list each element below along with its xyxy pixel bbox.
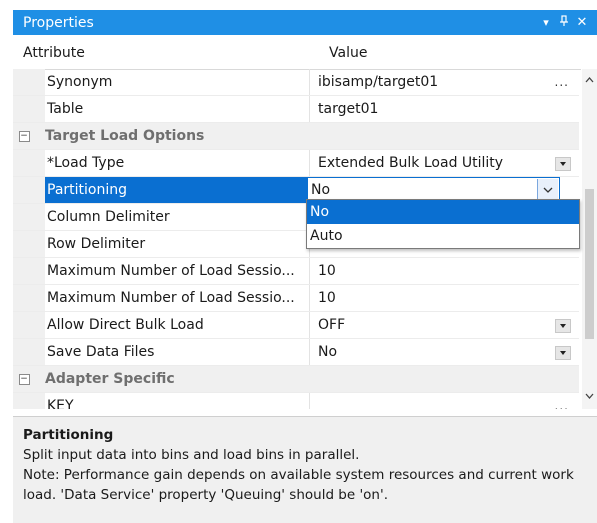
chevron-down-icon[interactable] — [585, 391, 594, 402]
category-label: Target Load Options — [45, 128, 205, 144]
property-value[interactable]: OFF — [310, 312, 579, 338]
property-value[interactable]: 10 — [310, 258, 579, 284]
property-row-synonym[interactable]: Synonym ibisamp/target01 ... — [13, 69, 579, 96]
panel-title: Properties — [23, 14, 94, 31]
collapse-icon[interactable]: − — [18, 130, 30, 142]
pin-icon[interactable] — [555, 15, 573, 30]
chevron-down-icon[interactable] — [537, 179, 558, 201]
value-column-header: Value — [329, 45, 368, 61]
dropdown-arrow-icon[interactable] — [555, 319, 571, 333]
category-adapter-specific[interactable]: − Adapter Specific — [13, 366, 579, 393]
property-value[interactable]: ... — [310, 393, 579, 409]
property-row-max-load-sessions-2[interactable]: Maximum Number of Load Sessio... 10 — [13, 285, 579, 312]
property-name: Table — [45, 96, 310, 122]
property-value[interactable]: 10 — [310, 285, 579, 311]
title-bar: Properties ▾ ✕ — [13, 10, 597, 35]
close-icon[interactable]: ✕ — [573, 15, 591, 30]
attribute-column-header: Attribute — [23, 45, 85, 61]
property-row-save-data-files[interactable]: Save Data Files No — [13, 339, 579, 366]
collapse-icon[interactable]: − — [18, 373, 30, 385]
property-name: Synonym — [45, 69, 310, 95]
property-row-allow-direct-bulk-load[interactable]: Allow Direct Bulk Load OFF — [13, 312, 579, 339]
property-value[interactable]: Extended Bulk Load Utility — [310, 150, 579, 176]
property-name: Partitioning — [45, 177, 310, 203]
property-name: KEY — [45, 393, 310, 409]
property-name: Row Delimiter — [45, 231, 310, 257]
description-pane: Partitioning Split input data into bins … — [13, 416, 597, 523]
properties-panel: Properties ▾ ✕ Attribute Value Synonym i… — [13, 0, 597, 523]
chevron-up-icon[interactable] — [585, 75, 594, 86]
grid-header: Attribute Value — [13, 37, 581, 70]
property-row-table[interactable]: Table target01 — [13, 96, 579, 123]
property-name: Save Data Files — [45, 339, 310, 365]
dropdown-option-no[interactable]: No — [307, 200, 579, 224]
dropdown-arrow-icon[interactable] — [555, 346, 571, 360]
property-name: *Load Type — [45, 150, 310, 176]
dropdown-arrow-icon[interactable] — [555, 157, 571, 171]
property-name: Column Delimiter — [45, 204, 310, 230]
category-label: Adapter Specific — [45, 371, 175, 387]
property-name: Allow Direct Bulk Load — [45, 312, 310, 338]
property-value[interactable]: No — [310, 339, 579, 365]
window-menu-dropdown-icon[interactable]: ▾ — [537, 16, 555, 29]
description-note: Note: Performance gain depends on availa… — [23, 467, 574, 503]
property-row-key[interactable]: KEY ... — [13, 393, 579, 409]
description-text: Split input data into bins and load bins… — [23, 447, 360, 463]
category-target-load-options[interactable]: − Target Load Options — [13, 123, 579, 150]
property-name: Maximum Number of Load Sessio... — [45, 258, 310, 284]
property-value[interactable]: ibisamp/target01 ... — [310, 69, 579, 95]
property-name: Maximum Number of Load Sessio... — [45, 285, 310, 311]
ellipsis-button[interactable]: ... — [555, 69, 569, 95]
dropdown-option-auto[interactable]: Auto — [307, 224, 579, 248]
description-title: Partitioning — [23, 427, 114, 443]
scrollbar-thumb[interactable] — [585, 189, 594, 339]
partitioning-dropdown-list: No Auto — [306, 199, 580, 249]
vertical-scrollbar[interactable] — [582, 69, 597, 409]
property-row-max-load-sessions-1[interactable]: Maximum Number of Load Sessio... 10 — [13, 258, 579, 285]
property-value[interactable]: target01 — [310, 96, 579, 122]
property-row-load-type[interactable]: *Load Type Extended Bulk Load Utility — [13, 150, 579, 177]
ellipsis-button[interactable]: ... — [555, 393, 569, 409]
